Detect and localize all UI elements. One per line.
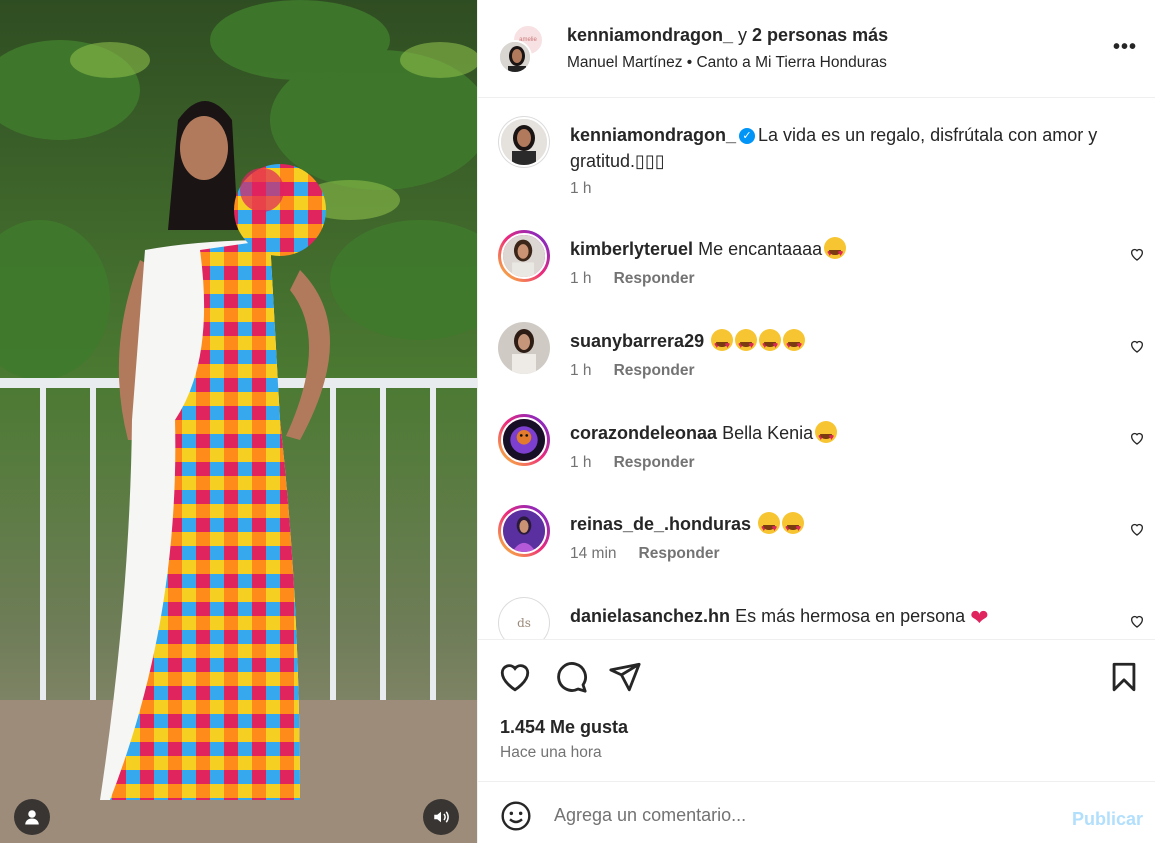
user-icon	[25, 810, 39, 825]
heart-eyes-emoji-icon	[759, 329, 782, 358]
speaker-icon	[434, 811, 449, 823]
comment-meta: 14 min Responder	[570, 545, 720, 563]
heart-eyes-emoji-icon	[758, 512, 781, 541]
like-comment-heart-icon[interactable]	[1129, 613, 1145, 629]
like-comment-heart-icon[interactable]	[1129, 338, 1145, 354]
tagged-users-button[interactable]	[14, 799, 50, 835]
caption: kenniamondragon_ ✓ La vida es un regalo, d…	[498, 116, 1155, 206]
commenter-avatar[interactable]	[498, 322, 550, 374]
heart-eyes-emoji-icon	[815, 421, 838, 450]
emoji-picker-icon[interactable]	[500, 800, 532, 832]
heart-eyes-emoji-icon	[783, 329, 806, 358]
heart-eyes-emoji-icon	[735, 329, 758, 358]
share-paper-plane-icon[interactable]	[608, 660, 642, 694]
comment-item: suanybarrera29 1 h Responder	[498, 322, 1155, 392]
like-comment-heart-icon[interactable]	[1129, 246, 1145, 262]
commenter-username[interactable]: kimberlyteruel	[570, 239, 693, 259]
avatar-photo	[500, 42, 530, 72]
audio-attribution[interactable]: Manuel Martínez • Canto a Mi Tierra Hond…	[567, 54, 887, 72]
reply-button[interactable]: Responder	[614, 362, 695, 379]
heart-eyes-emoji-icon	[782, 512, 805, 541]
commenter-avatar[interactable]	[498, 230, 550, 282]
commenter-avatar[interactable]	[498, 505, 550, 557]
comment-meta: 1 h Responder	[570, 454, 695, 472]
post-time: Hace una hora	[500, 744, 602, 761]
authors-joiner: y	[733, 25, 753, 45]
post-header: amelie kenniamondragon_ y 2 personas más…	[478, 0, 1155, 98]
comment-item: reinas_de_.honduras 14 min Responder	[498, 505, 1155, 575]
save-bookmark-icon[interactable]	[1107, 660, 1141, 694]
comment-time: 1 h	[570, 454, 592, 471]
avatar-photo	[503, 235, 545, 277]
caption-text: kenniamondragon_ ✓ La vida es un regalo, d…	[570, 122, 1105, 174]
post-authors: kenniamondragon_ y 2 personas más	[567, 25, 888, 46]
commenter-avatar[interactable]	[498, 414, 550, 466]
comment-input[interactable]	[554, 798, 1034, 832]
heart-eyes-emoji-icon	[824, 237, 847, 266]
reply-button[interactable]: Responder	[614, 270, 695, 287]
audio-toggle-button[interactable]	[423, 799, 459, 835]
avatar-photo	[503, 419, 545, 461]
comment-text: danielasanchez.hn Es más hermosa en pers…	[570, 603, 1105, 631]
post-viewer: amelie kenniamondragon_ y 2 personas más…	[0, 0, 1155, 843]
comment-meta: 1 h Responder	[570, 362, 695, 380]
reply-button[interactable]: Responder	[614, 454, 695, 471]
other-authors-link[interactable]: 2 personas más	[752, 25, 888, 45]
author-username[interactable]: kenniamondragon_	[567, 25, 733, 45]
collab-avatars[interactable]: amelie	[498, 24, 558, 74]
verified-badge-icon: ✓	[739, 128, 756, 145]
comment-item: kimberlyteruel Me encantaaaa 1 h Responde…	[498, 230, 1155, 300]
reply-button[interactable]: Responder	[639, 545, 720, 562]
post-photo	[0, 0, 477, 843]
add-comment-bar: Publicar	[478, 781, 1155, 843]
like-heart-icon[interactable]	[498, 660, 532, 694]
comments-list[interactable]: kenniamondragon_ ✓ La vida es un regalo, d…	[478, 98, 1155, 639]
caption-avatar[interactable]	[498, 116, 550, 168]
comment-body: Bella Kenia	[722, 423, 814, 443]
avatar-photo	[498, 322, 550, 374]
comment-text: reinas_de_.honduras	[570, 511, 1105, 541]
comment-time: 14 min	[570, 545, 617, 562]
comment-text: kimberlyteruel Me encantaaaa	[570, 236, 1105, 266]
comment-time: 1 h	[570, 362, 592, 379]
like-count[interactable]: 1.454 Me gusta	[500, 717, 628, 738]
comment-text: suanybarrera29	[570, 328, 1105, 358]
avatar-photo	[501, 119, 547, 165]
comment-item: ds danielasanchez.hn Es más hermosa en p…	[498, 597, 1155, 639]
comment-text: corazondeleonaa Bella Kenia	[570, 420, 1105, 450]
comment-bubble-icon[interactable]	[554, 660, 588, 694]
author-avatar	[498, 40, 532, 74]
caption-username[interactable]: kenniamondragon_	[570, 125, 736, 145]
more-options-button[interactable]: •••	[1113, 36, 1137, 59]
post-media[interactable]	[0, 0, 477, 843]
publish-button[interactable]: Publicar	[1072, 809, 1143, 830]
post-actions: 1.454 Me gusta Hace una hora	[478, 639, 1155, 781]
caption-time: 1 h	[570, 180, 592, 197]
red-heart-emoji-icon: ❤	[970, 605, 989, 630]
commenter-username[interactable]: danielasanchez.hn	[570, 606, 730, 626]
comment-time: 1 h	[570, 270, 592, 287]
like-comment-heart-icon[interactable]	[1129, 521, 1145, 537]
more-icon: •••	[1112, 36, 1137, 58]
commenter-username[interactable]: reinas_de_.honduras	[570, 514, 751, 534]
comment-body: Es más hermosa en persona	[735, 606, 966, 626]
comment-meta: 1 h Responder	[570, 270, 695, 288]
comment-item: corazondeleonaa Bella Kenia 1 h Responder	[498, 414, 1155, 484]
commenter-username[interactable]: corazondeleonaa	[570, 423, 717, 443]
comment-body: Me encantaaaa	[698, 239, 823, 259]
heart-eyes-emoji-icon	[711, 329, 734, 358]
commenter-username[interactable]: suanybarrera29	[570, 331, 704, 351]
commenter-avatar[interactable]: ds	[498, 597, 550, 639]
like-comment-heart-icon[interactable]	[1129, 430, 1145, 446]
avatar-text: ds	[517, 616, 531, 630]
post-details-panel: amelie kenniamondragon_ y 2 personas más…	[477, 0, 1155, 843]
avatar-photo	[503, 510, 545, 552]
